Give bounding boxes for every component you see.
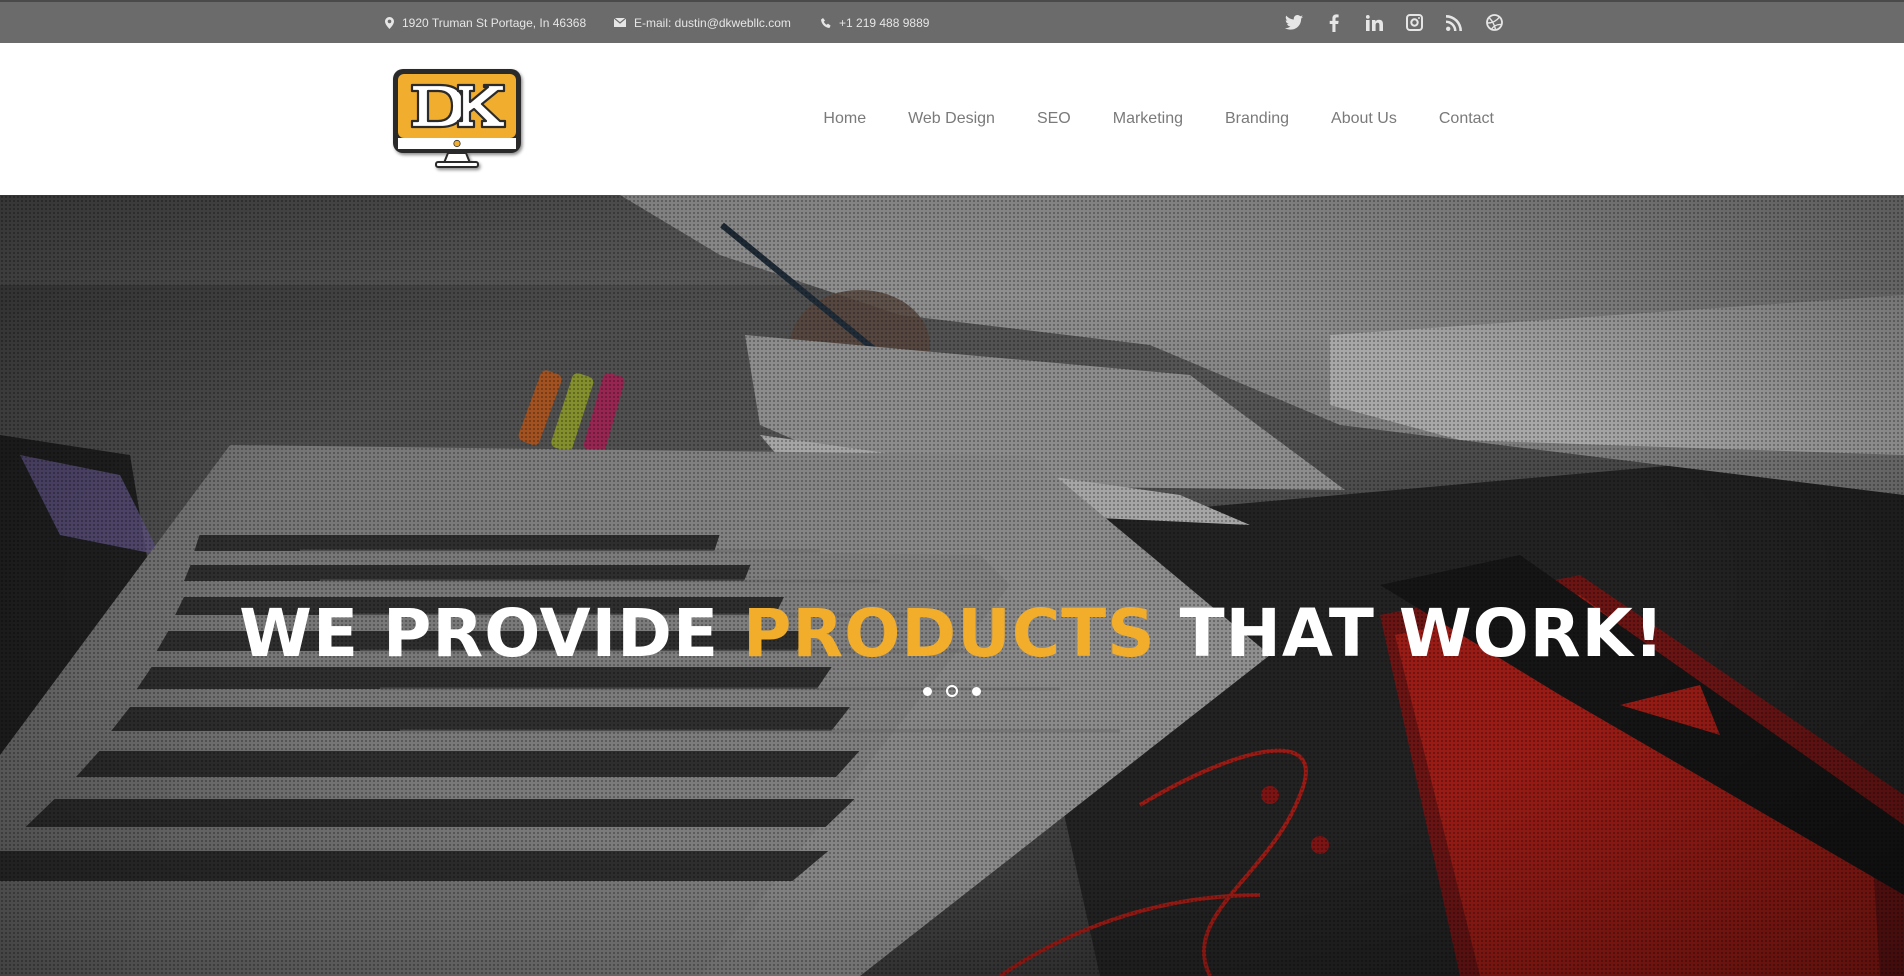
headline-post: THAT WORK! xyxy=(1155,595,1665,672)
nav-branding[interactable]: Branding xyxy=(1204,110,1310,128)
headline-highlight: PRODUCTS xyxy=(743,595,1156,672)
slide-dot-3[interactable] xyxy=(972,686,981,696)
address-contact: 1920 Truman St Portage, In 46368 xyxy=(385,2,586,43)
main-navigation: Home Web Design SEO Marketing Branding A… xyxy=(802,43,1494,195)
twitter-icon[interactable] xyxy=(1283,12,1305,34)
social-links xyxy=(1283,2,1505,43)
address-text: 1920 Truman St Portage, In 46368 xyxy=(402,15,587,30)
rss-icon[interactable] xyxy=(1443,12,1465,34)
nav-home[interactable]: Home xyxy=(802,110,887,128)
slide-dot-2[interactable] xyxy=(946,685,958,697)
envelope-icon xyxy=(614,18,626,27)
nav-marketing[interactable]: Marketing xyxy=(1092,110,1204,128)
map-marker-icon xyxy=(385,16,394,29)
nav-web-design[interactable]: Web Design xyxy=(887,110,1016,128)
nav-contact[interactable]: Contact xyxy=(1418,110,1494,128)
nav-seo[interactable]: SEO xyxy=(1016,110,1092,128)
top-info-bar: 1920 Truman St Portage, In 46368 E-mail:… xyxy=(0,0,1904,43)
email-text[interactable]: E-mail: dustin@dkwebllc.com xyxy=(634,16,791,30)
slider-pagination xyxy=(0,685,1904,697)
instagram-icon[interactable] xyxy=(1403,12,1425,34)
linkedin-icon[interactable] xyxy=(1363,12,1385,34)
hero-slider: WE PROVIDE PRODUCTS THAT WORK! xyxy=(0,195,1904,976)
headline-pre: WE PROVIDE xyxy=(239,595,744,672)
phone-text[interactable]: +1 219 488 9889 xyxy=(839,16,929,30)
dribbble-icon[interactable] xyxy=(1483,12,1505,34)
dk-logo[interactable] xyxy=(390,67,526,183)
hero-headline: WE PROVIDE PRODUCTS THAT WORK! xyxy=(0,595,1904,672)
email-contact[interactable]: E-mail: dustin@dkwebllc.com xyxy=(614,2,791,43)
nav-about-us[interactable]: About Us xyxy=(1310,110,1418,128)
site-header: Home Web Design SEO Marketing Branding A… xyxy=(0,43,1904,195)
phone-contact[interactable]: +1 219 488 9889 xyxy=(821,2,929,43)
phone-icon xyxy=(821,17,831,28)
slide-dot-1[interactable] xyxy=(923,686,932,696)
facebook-icon[interactable] xyxy=(1323,12,1345,34)
hero-background-image xyxy=(0,195,1904,976)
